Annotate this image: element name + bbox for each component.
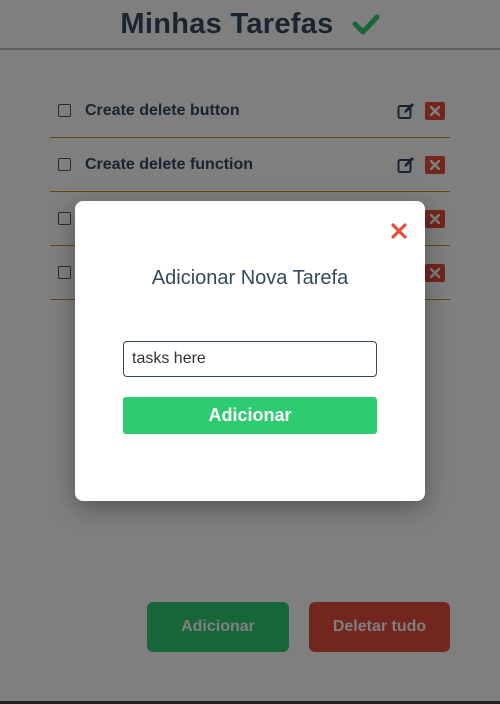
add-task-modal: Adicionar Nova Tarefa Adicionar — [75, 201, 425, 501]
close-icon[interactable] — [390, 222, 408, 240]
modal-add-button[interactable]: Adicionar — [123, 397, 377, 434]
task-input[interactable] — [123, 341, 377, 377]
modal-title: Adicionar Nova Tarefa — [151, 267, 349, 289]
